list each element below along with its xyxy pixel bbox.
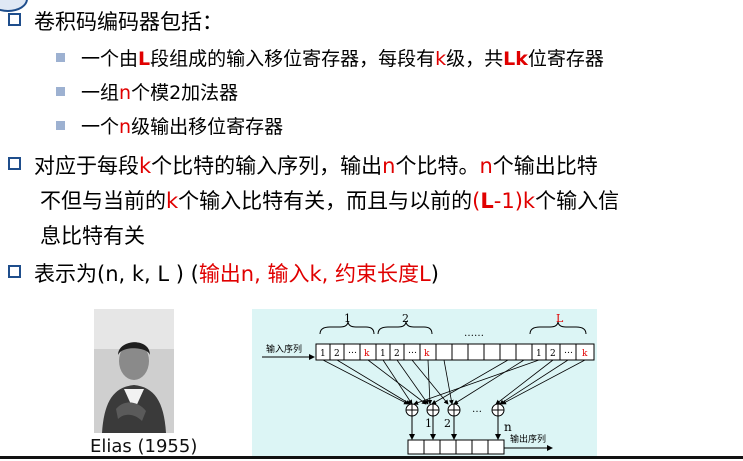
var-k: k [435,48,447,70]
encoder-diagram: 1 2 …… L 输入序列 1 2 … k 1 2 … k 1 2 … k … … [252,309,597,457]
segment-label-2: 2 [402,312,409,325]
text: 级输出移位寄存器 [131,116,284,138]
slide-bottom-rule [0,456,743,459]
sub-bullet-input-register: 一个由L段组成的输入移位寄存器，每段有k级，共Lk位寄存器 [56,44,604,71]
cell-dots: … [348,346,357,356]
adder-label-2: 2 [444,417,451,430]
output-sequence-label: 输出序列 [510,433,546,445]
bullet-text: 卷积码编码器包括： [34,10,223,34]
var-n: n [119,116,132,138]
var-k: k [139,154,152,178]
text: 表示为(n, k, L ) ( [34,262,199,286]
cell-dots: … [564,346,573,356]
portrait-silhouette [94,309,174,433]
text: 个比特的输入序列，输出 [151,154,383,178]
notation-explanation: 输出n, 输入k, 约束长度L [198,262,431,286]
bullet-square-icon [8,265,21,278]
adder-label-1: 1 [425,417,432,430]
text: 不但与当前的 [40,189,166,213]
bullet-output-dependency-line3: 息比特有关 [40,220,145,250]
var-n: n [119,82,132,104]
segment-label-dots: …… [464,328,484,339]
cell-2: 2 [550,349,556,359]
text: 息比特有关 [40,224,145,248]
text: 个输入信 [535,189,620,213]
bullet-square-icon [8,157,21,170]
text: 一组 [81,82,120,104]
cell-1: 1 [380,349,386,359]
photo-caption: Elias (1955) [90,436,198,457]
sub-bullet-square-icon [56,87,65,96]
sub-bullet-adders: 一组n个模2加法器 [56,78,238,105]
adder-dots: … [472,404,482,415]
var-Lk: Lk [503,48,528,70]
bullet-encoder-components: 卷积码编码器包括： [8,6,223,36]
var-k: k [522,189,536,213]
bullet-output-dependency-line2: 不但与当前的k个输入比特有关，而且与以前的(L-1)k个输入信 [40,185,619,215]
bullet-output-dependency: 对应于每段k个比特的输入序列，输出n个比特。n个输出比特 [8,150,598,180]
text: 一个 [81,116,120,138]
cell-k: k [582,349,588,359]
text: 个模2加法器 [131,82,239,104]
text: 级，共 [446,48,504,70]
text: 段组成的输入移位寄存器，每段有 [150,48,436,70]
cell-k: k [364,349,370,359]
text: 个比特。 [395,154,480,178]
var-n: n [382,154,396,178]
text: 个输出比特 [492,154,598,178]
text: 对应于每段 [34,154,139,178]
elias-portrait-photo [94,309,174,433]
cell-1: 1 [536,349,542,359]
segment-label-1: 1 [344,312,351,325]
text: 一个由 [81,48,139,70]
text: 位寄存器 [527,48,604,70]
segment-label-L: L [556,312,564,325]
sub-bullet-square-icon [56,53,65,62]
adder-label-n: n [504,420,512,434]
text: ) [430,262,439,286]
cell-k: k [424,349,430,359]
sub-bullet-square-icon [56,121,65,130]
minus-one: -1) [493,189,523,213]
cell-2: 2 [334,349,340,359]
cell-1: 1 [320,349,326,359]
var-L: L [480,189,494,213]
cell-2: 2 [394,349,400,359]
bullet-square-icon [8,13,21,26]
var-n: n [479,154,493,178]
bullet-notation: 表示为(n, k, L ) (输出n, 输入k, 约束长度L) [8,258,439,288]
text: 个输入比特有关，而且与以前的 [178,189,473,213]
input-sequence-label: 输入序列 [266,343,302,355]
encoder-diagram-svg: 1 2 …… L 输入序列 1 2 … k 1 2 … k 1 2 … k … … [262,312,595,455]
var-L: L [138,48,151,70]
var-k: k [166,189,179,213]
sub-bullet-output-register: 一个n级输出移位寄存器 [56,112,283,139]
cell-dots: … [408,346,417,356]
